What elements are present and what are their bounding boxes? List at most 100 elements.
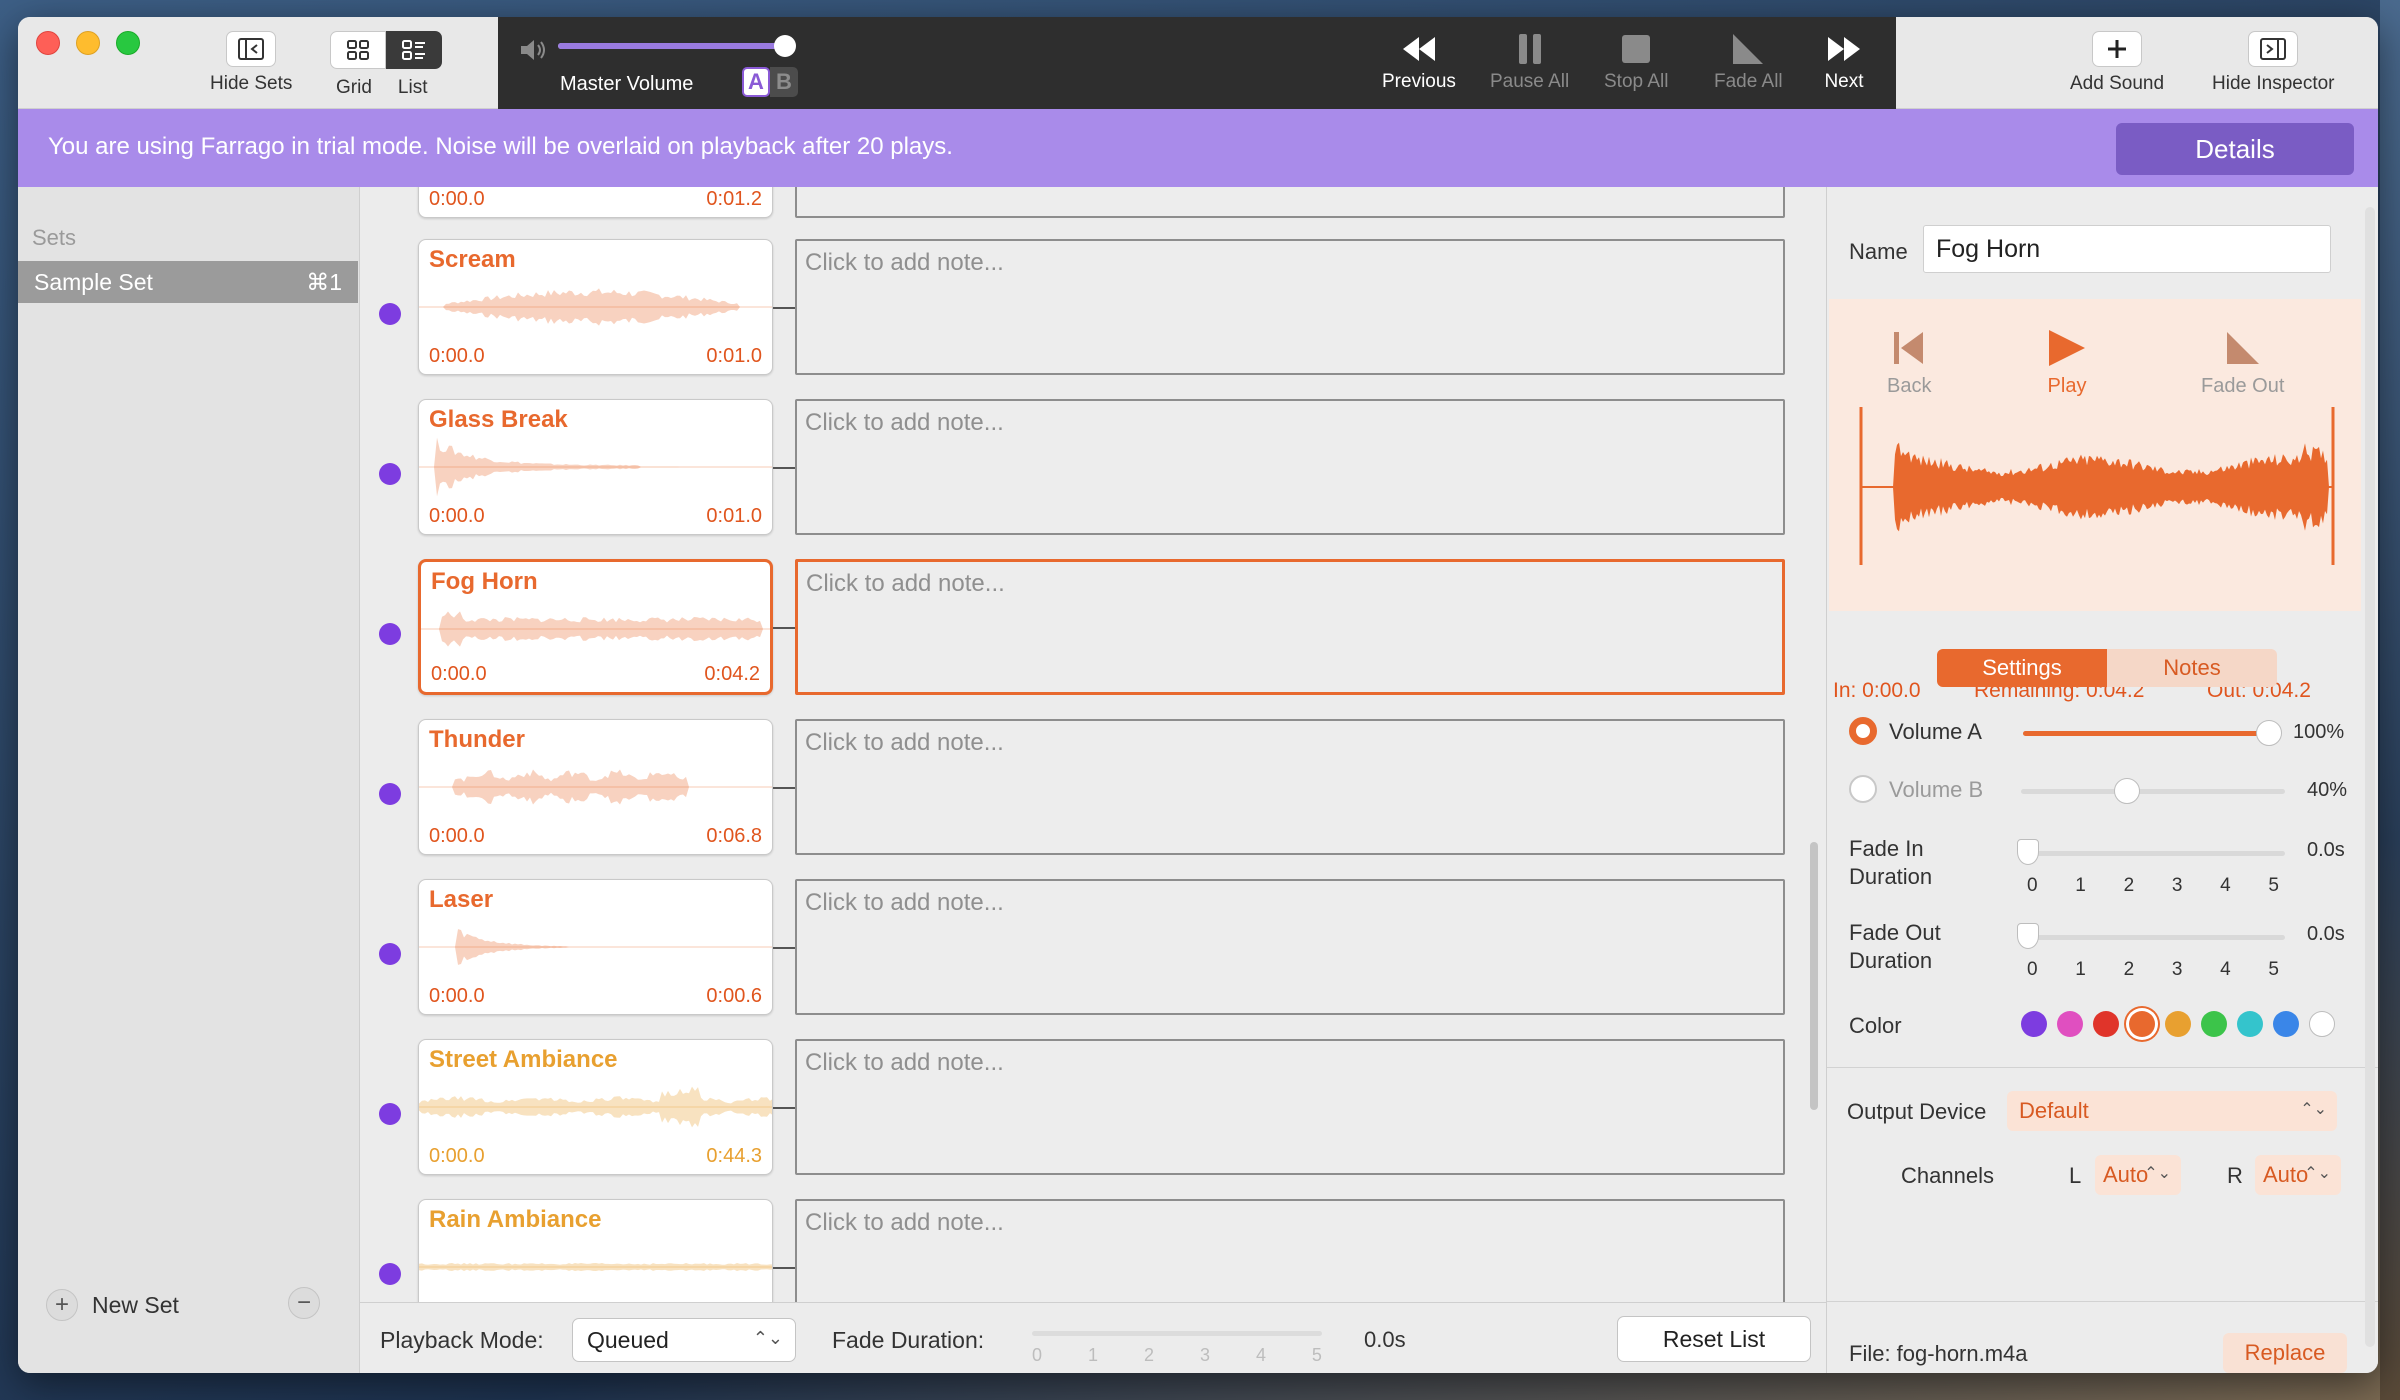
volume-a-slider[interactable]: [2023, 720, 2282, 746]
color-swatches: [2021, 1011, 2335, 1037]
color-swatch[interactable]: [2273, 1011, 2299, 1037]
chevron-updown-icon: ⌃⌄: [2304, 1165, 2331, 1182]
play-icon: [2045, 321, 2089, 375]
play-indicator-dot[interactable]: [379, 623, 401, 645]
volume-b-radio[interactable]: [1849, 775, 1877, 803]
volume-b-knob[interactable]: [2113, 778, 2140, 804]
note-field[interactable]: Click to add note...: [795, 1199, 1785, 1302]
sound-tile[interactable]: Laser 0:00.0 0:00.6: [418, 879, 773, 1015]
next-button[interactable]: Next: [1824, 27, 1864, 93]
sidebar-item-sample-set[interactable]: Sample Set ⌘1: [18, 261, 358, 303]
plus-icon: [2092, 31, 2143, 67]
note-field[interactable]: Click to add note...: [795, 1039, 1785, 1175]
volume-b-toggle[interactable]: B: [770, 67, 798, 97]
remove-set-button[interactable]: −: [288, 1287, 320, 1319]
fade-all-button[interactable]: Fade All: [1714, 27, 1783, 93]
volume-a-fill: [2023, 731, 2269, 736]
sound-name-input[interactable]: [1923, 225, 2331, 273]
volume-a-knob[interactable]: [2256, 720, 2282, 746]
master-volume-slider[interactable]: [558, 35, 796, 57]
play-button[interactable]: Play: [2045, 321, 2089, 398]
tab-notes[interactable]: Notes: [2107, 649, 2277, 687]
fade-duration-label: Fade Duration:: [832, 1327, 985, 1353]
sound-tile[interactable]: Thunder 0:00.0 0:06.8: [418, 719, 773, 855]
waveform-display[interactable]: [1859, 407, 2335, 567]
volume-a-radio[interactable]: [1849, 717, 1877, 745]
color-swatch[interactable]: [2129, 1011, 2155, 1037]
add-sound-button[interactable]: Add Sound: [2070, 31, 2164, 95]
fade-in-knob[interactable]: [2017, 839, 2039, 865]
note-placeholder: Click to add note...: [805, 409, 1004, 436]
tick-label: 2: [2123, 875, 2135, 896]
list-scrollbar[interactable]: [1810, 842, 1818, 1110]
pause-all-button[interactable]: Pause All: [1490, 27, 1569, 93]
hide-inspector-label: Hide Inspector: [2212, 73, 2335, 94]
play-indicator-dot[interactable]: [379, 1263, 401, 1285]
color-swatch[interactable]: [2201, 1011, 2227, 1037]
sound-tile[interactable]: Glass Break 0:00.0 0:01.0: [418, 399, 773, 535]
zoom-window-button[interactable]: [116, 31, 140, 55]
color-swatch[interactable]: [2093, 1011, 2119, 1037]
sound-tile[interactable]: Rain Ambiance: [418, 1199, 773, 1302]
note-field[interactable]: Click to add note...: [795, 879, 1785, 1015]
master-volume-knob[interactable]: [774, 35, 796, 57]
grid-view-button[interactable]: [330, 31, 386, 69]
sound-tile[interactable]: Scream 0:00.0 0:01.0: [418, 239, 773, 375]
speaker-icon: [518, 37, 548, 68]
sound-tile[interactable]: Fog Horn 0:00.0 0:04.2: [418, 559, 773, 695]
sound-tile[interactable]: Street Ambiance 0:00.0 0:44.3: [418, 1039, 773, 1175]
previous-button[interactable]: Previous: [1382, 27, 1456, 93]
playback-mode-select[interactable]: Queued ⌃⌄: [572, 1318, 796, 1362]
sound-tile[interactable]: 0:00.0 0:01.2: [418, 187, 773, 218]
close-window-button[interactable]: [36, 31, 60, 55]
list-row: Laser 0:00.0 0:00.6 Click to add note...: [360, 879, 1826, 1039]
note-field[interactable]: Click to add note...: [795, 239, 1785, 375]
play-indicator-dot[interactable]: [379, 943, 401, 965]
details-button[interactable]: Details: [2116, 123, 2354, 175]
tab-settings[interactable]: Settings: [1937, 649, 2107, 687]
reset-list-button[interactable]: Reset List: [1617, 1316, 1811, 1362]
note-field[interactable]: [795, 187, 1785, 218]
play-indicator-dot[interactable]: [379, 1103, 401, 1125]
volume-b-slider[interactable]: [2021, 778, 2285, 804]
color-swatch[interactable]: [2057, 1011, 2083, 1037]
minimize-window-button[interactable]: [76, 31, 100, 55]
fade-out-knob[interactable]: [2017, 923, 2039, 949]
note-field[interactable]: Click to add note...: [795, 719, 1785, 855]
color-swatch[interactable]: [2309, 1011, 2335, 1037]
note-field[interactable]: Click to add note...: [795, 399, 1785, 535]
fade-out-ticks: 0 1 2 3 4 5: [2027, 959, 2279, 981]
waveform-thumbnail: [419, 288, 772, 326]
window-controls: [36, 31, 140, 55]
color-swatch[interactable]: [2021, 1011, 2047, 1037]
play-indicator-dot[interactable]: [379, 303, 401, 325]
fade-out-slider[interactable]: [2017, 923, 2285, 949]
inspector-scrollbar[interactable]: [2365, 207, 2375, 1347]
tile-start-time: 0:00.0: [429, 825, 485, 847]
channel-r-select[interactable]: Auto ⌃⌄: [2255, 1155, 2341, 1195]
volume-a-toggle[interactable]: A: [742, 67, 770, 97]
note-field[interactable]: Click to add note...: [795, 559, 1785, 695]
output-device-select[interactable]: Default ⌃⌄: [2007, 1091, 2337, 1131]
play-indicator-dot[interactable]: [379, 463, 401, 485]
channel-r-label: R: [2227, 1163, 2243, 1188]
play-indicator-dot[interactable]: [379, 783, 401, 805]
tick-label: 4: [2220, 875, 2231, 896]
channel-l-select[interactable]: Auto ⌃⌄: [2095, 1155, 2181, 1195]
fade-duration-slider[interactable]: [1032, 1331, 1322, 1336]
color-swatch[interactable]: [2237, 1011, 2263, 1037]
new-set-button[interactable]: + New Set: [46, 1289, 179, 1321]
note-placeholder: Click to add note...: [805, 1049, 1004, 1076]
hide-sets-button[interactable]: Hide Sets: [210, 31, 292, 95]
fade-in-slider[interactable]: [2017, 839, 2285, 865]
stop-all-button[interactable]: Stop All: [1604, 27, 1668, 93]
hide-inspector-button[interactable]: Hide Inspector: [2212, 31, 2335, 95]
fade-out-button[interactable]: Fade Out: [2201, 321, 2284, 398]
replace-button[interactable]: Replace: [2223, 1333, 2347, 1373]
list-view-button[interactable]: [386, 31, 442, 69]
next-label: Next: [1824, 71, 1864, 92]
back-button[interactable]: Back: [1887, 321, 1931, 398]
trial-banner: You are using Farrago in trial mode. Noi…: [18, 109, 2378, 187]
chevron-updown-icon: ⌃⌄: [752, 1328, 783, 1348]
color-swatch[interactable]: [2165, 1011, 2191, 1037]
